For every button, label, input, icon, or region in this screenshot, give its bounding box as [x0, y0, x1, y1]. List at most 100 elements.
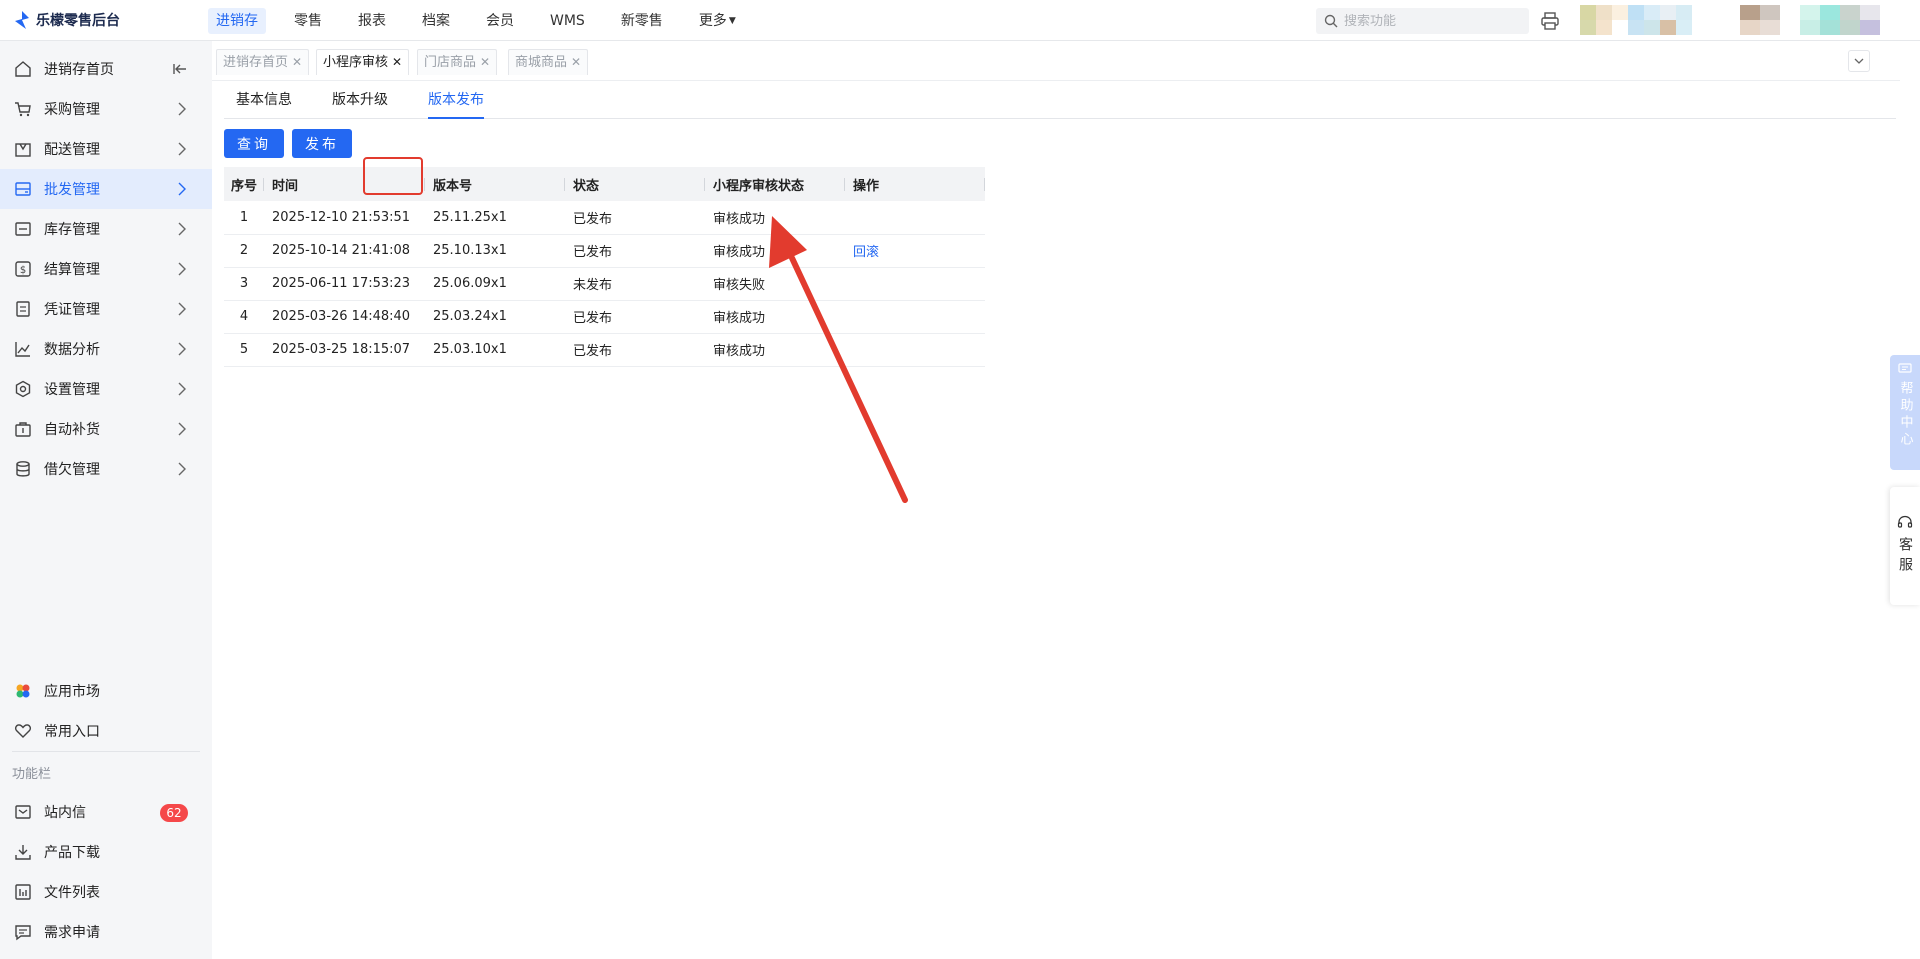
- topnav-new-retail[interactable]: 新零售: [613, 8, 671, 34]
- sub-tabs: 基本信息 版本升级 版本发布: [224, 89, 1896, 119]
- rollback-link[interactable]: 回滚: [853, 245, 879, 260]
- subtab-version-release[interactable]: 版本发布: [428, 89, 484, 119]
- sidebar-item-label: 结算管理: [44, 262, 100, 278]
- search-box[interactable]: [1316, 8, 1529, 34]
- sidebar-item-purchase[interactable]: 采购管理: [0, 89, 212, 129]
- cell-time: 2025-06-11 17:53:23: [264, 267, 425, 301]
- close-icon[interactable]: ✕: [480, 55, 490, 69]
- main-content: 进销存首页 ✕ 小程序审核 ✕ 门店商品 ✕ 商城商品 ✕ 基本信息 版本升级 版本发布…: [212, 41, 1900, 959]
- cell-review-status: 审核失败: [705, 267, 845, 301]
- download-icon: [15, 845, 31, 860]
- version-release-table: 序号 时间 版本号 状态 小程序审核状态 操作 1 2025-12-10 21:5…: [224, 167, 985, 367]
- cell-no: 5: [224, 333, 264, 367]
- app-logo[interactable]: 乐檬零售后台: [14, 10, 120, 30]
- sidebar-item-settlement[interactable]: $ 结算管理: [0, 249, 212, 289]
- collapse-sidebar-icon[interactable]: [172, 61, 188, 77]
- page-tab-label: 门店商品: [424, 55, 477, 70]
- table-row: 4 2025-03-26 14:48:40 25.03.24x1 已发布 审核成功: [224, 300, 985, 334]
- voucher-icon: [16, 301, 30, 317]
- table-row: 1 2025-12-10 21:53:51 25.11.25x1 已发布 审核成功: [224, 201, 985, 235]
- page-tab-mall-goods[interactable]: 商城商品 ✕: [508, 49, 589, 75]
- app-market-icon: [16, 684, 30, 698]
- table-row: 5 2025-03-25 18:15:07 25.03.10x1 已发布 审核成功: [224, 333, 985, 367]
- topnav-archives[interactable]: 档案: [414, 8, 458, 34]
- chevron-down-icon: [1854, 58, 1864, 64]
- customer-service-button[interactable]: 客服: [1890, 487, 1920, 605]
- user-avatar-blurred[interactable]: [1580, 5, 1692, 35]
- close-icon[interactable]: ✕: [392, 55, 402, 69]
- cell-time: 2025-03-26 14:48:40: [264, 300, 425, 334]
- topnav-wms[interactable]: WMS: [542, 8, 593, 34]
- unread-count-badge: 62: [160, 804, 188, 822]
- col-header-version: 版本号: [425, 167, 565, 201]
- cell-no: 4: [224, 300, 264, 334]
- file-list-icon: [15, 884, 31, 900]
- sidebar-item-app-market[interactable]: 应用市场: [0, 671, 212, 711]
- page-tab-label: 商城商品: [515, 55, 568, 70]
- search-icon: [1324, 14, 1338, 28]
- app-title: 乐檬零售后台: [36, 13, 120, 29]
- sidebar-item-label: 库存管理: [44, 222, 100, 238]
- sidebar-item-wholesale[interactable]: 批发管理: [0, 169, 212, 209]
- close-icon[interactable]: ✕: [292, 55, 302, 69]
- sidebar-item-label: 设置管理: [44, 382, 100, 398]
- topnav-reports[interactable]: 报表: [350, 8, 394, 34]
- sidebar-item-messages[interactable]: 站内信 62: [0, 792, 212, 832]
- cell-action: 回滚: [845, 234, 985, 268]
- tabs-dropdown-button[interactable]: [1848, 50, 1870, 72]
- sidebar-item-auto-replenish[interactable]: 自动补货: [0, 409, 212, 449]
- headset-icon: [1897, 515, 1913, 528]
- sidebar-item-label: 文件列表: [44, 885, 100, 901]
- shop-avatar-blurred[interactable]: [1740, 5, 1780, 35]
- cell-action: [845, 333, 985, 367]
- sidebar: 进销存首页 采购管理 配送管理 批发管理 库存管理 $ 结算管理 凭证管理 数据…: [0, 41, 212, 959]
- close-icon[interactable]: ✕: [571, 55, 581, 69]
- sidebar-item-label: 进销存首页: [44, 62, 114, 78]
- cell-review-status: 审核成功: [705, 333, 845, 367]
- col-header-review-status: 小程序审核状态: [705, 167, 845, 201]
- sidebar-item-requests[interactable]: 需求申请: [0, 912, 212, 952]
- sidebar-item-voucher[interactable]: 凭证管理: [0, 289, 212, 329]
- topnav-jxc[interactable]: 进销存: [208, 8, 266, 34]
- sidebar-item-home[interactable]: 进销存首页: [0, 49, 212, 89]
- sidebar-item-debt[interactable]: 借欠管理: [0, 449, 212, 489]
- sidebar-section-title: 功能栏: [12, 767, 52, 782]
- sidebar-divider: [12, 751, 200, 752]
- sidebar-item-favorites[interactable]: 常用入口: [0, 711, 212, 751]
- col-header-no: 序号: [224, 167, 264, 201]
- cell-review-status: 审核成功: [705, 201, 845, 235]
- sidebar-item-inventory[interactable]: 库存管理: [0, 209, 212, 249]
- sidebar-item-analytics[interactable]: 数据分析: [0, 329, 212, 369]
- page-tabs-bar: 进销存首页 ✕ 小程序审核 ✕ 门店商品 ✕ 商城商品 ✕: [212, 41, 1900, 81]
- col-header-status: 状态: [565, 167, 705, 201]
- sidebar-item-settings[interactable]: 设置管理: [0, 369, 212, 409]
- sidebar-item-distribution[interactable]: 配送管理: [0, 129, 212, 169]
- cell-action: [845, 267, 985, 301]
- search-input[interactable]: [1344, 13, 1514, 29]
- sidebar-item-label: 常用入口: [44, 724, 100, 740]
- publish-button[interactable]: 发布: [292, 129, 352, 158]
- query-button[interactable]: 查询: [224, 129, 284, 158]
- chevron-right-icon: [178, 422, 186, 436]
- page-tab-store-goods[interactable]: 门店商品 ✕: [417, 49, 498, 75]
- sidebar-item-label: 批发管理: [44, 182, 100, 198]
- chevron-right-icon: [178, 262, 186, 276]
- cell-no: 1: [224, 201, 264, 235]
- sidebar-item-file-list[interactable]: 文件列表: [0, 872, 212, 912]
- topnav-retail[interactable]: 零售: [286, 8, 330, 34]
- cart-icon: [15, 102, 31, 117]
- page-tab-miniapp-review[interactable]: 小程序审核 ✕: [316, 49, 410, 75]
- sidebar-item-label: 采购管理: [44, 102, 100, 118]
- topnav-more[interactable]: 更多 ▼: [691, 8, 744, 34]
- cell-time: 2025-12-10 21:53:51: [264, 201, 425, 235]
- subtab-basic-info[interactable]: 基本信息: [236, 89, 292, 119]
- account-avatar-blurred[interactable]: [1800, 5, 1880, 35]
- help-center-button[interactable]: 帮助中心: [1890, 355, 1920, 470]
- page-tab-home[interactable]: 进销存首页 ✕: [216, 49, 310, 75]
- printer-icon[interactable]: [1540, 11, 1560, 31]
- sidebar-item-download[interactable]: 产品下载: [0, 832, 212, 872]
- customer-service-label: 客服: [1897, 537, 1913, 577]
- table-row: 2 2025-10-14 21:41:08 25.10.13x1 已发布 审核成功 回滚: [224, 234, 985, 268]
- topnav-members[interactable]: 会员: [478, 8, 522, 34]
- subtab-version-upgrade[interactable]: 版本升级: [332, 89, 388, 119]
